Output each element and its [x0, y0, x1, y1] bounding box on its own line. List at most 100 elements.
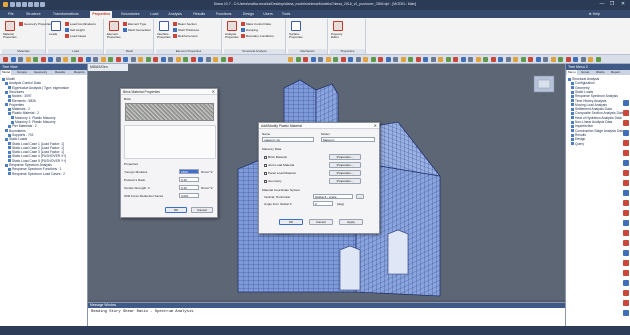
brick-cancel-button[interactable]: Cancel — [191, 207, 213, 213]
toolbar-tool-71-icon[interactable] — [528, 57, 533, 62]
ribbon-shell-thickness-button[interactable]: Shell Thickness — [173, 28, 199, 33]
toolbar-tool-45-icon[interactable] — [333, 57, 338, 62]
toolbar-tool-41-icon[interactable] — [303, 57, 308, 62]
ribbon-property-editor-label[interactable]: Property Editor — [331, 32, 349, 40]
menu-tab-design[interactable]: Design — [241, 11, 256, 18]
toolbar-tool-69-icon[interactable] — [513, 57, 518, 62]
toolbar-tool-12-icon[interactable] — [85, 57, 91, 62]
toolbar-tool-11-icon[interactable] — [78, 57, 83, 62]
menu-tab-functions[interactable]: Functions — [214, 11, 234, 18]
brick-ok-button[interactable]: OK — [165, 207, 187, 213]
toolbar-tool-63-icon[interactable] — [468, 57, 473, 62]
checkbox-icon[interactable] — [264, 171, 267, 175]
brick-field-input[interactable]: 1500 — [179, 169, 199, 174]
side-tool-10-icon[interactable] — [623, 190, 629, 196]
toolbar-tool-5-icon[interactable] — [33, 57, 38, 62]
toolbar-tool-79-icon[interactable] — [588, 57, 593, 62]
side-tool-3-icon[interactable] — [623, 120, 629, 126]
tab-group[interactable]: Group — [580, 70, 590, 75]
model-select[interactable]: Masonry — [321, 137, 375, 142]
toolbar-tool-3-icon[interactable] — [18, 57, 23, 62]
toolbar-tool-29-icon[interactable] — [213, 57, 218, 62]
side-tool-22-icon[interactable] — [623, 310, 629, 316]
name-input[interactable]: masonry 1a — [262, 137, 314, 142]
tab-reports[interactable]: Reports — [73, 70, 86, 75]
toolbar-tool-13-icon[interactable] — [93, 57, 98, 62]
ribbon-reinforcement-button[interactable]: Reinforcement — [173, 34, 198, 39]
ribbon-element-properties-icon[interactable] — [109, 21, 119, 31]
ribbon-surface-properties-label[interactable]: Surface Properties — [289, 32, 307, 40]
toolbar-tool-25-icon[interactable] — [183, 57, 188, 62]
ribbon-property-editor-icon[interactable] — [333, 21, 343, 31]
toolbar-tool-23-icon[interactable] — [168, 57, 173, 62]
menu-tab-analysis[interactable]: Analysis — [166, 11, 183, 18]
side-tool-16-icon[interactable] — [623, 250, 629, 256]
checkbox-icon[interactable] — [264, 155, 267, 159]
toolbar-tool-55-icon[interactable] — [408, 57, 413, 62]
tree-item[interactable]: Response Spectrum Load Cases : 2 — [8, 172, 65, 176]
toolbar-tool-61-icon[interactable] — [453, 57, 458, 62]
toolbar-tool-56-icon[interactable] — [415, 57, 421, 62]
toolbar-tool-30-icon[interactable] — [220, 57, 226, 62]
toolbar-tool-75-icon[interactable] — [558, 57, 563, 62]
side-tool-5-icon[interactable] — [623, 140, 629, 146]
toolbar-tool-65-icon[interactable] — [483, 57, 488, 62]
toolbar-tool-22-icon[interactable] — [160, 57, 166, 62]
tab-report[interactable]: Report — [610, 70, 621, 75]
close-icon[interactable]: ✕ — [374, 123, 377, 129]
masonry-properties-button[interactable]: Properties... — [329, 154, 361, 160]
side-tool-1-icon[interactable] — [623, 100, 629, 106]
toolbar-tool-8-icon[interactable] — [55, 57, 61, 62]
vertical-select[interactable]: Global Z - Angle — [313, 194, 353, 199]
toolbar-tool-27-icon[interactable] — [198, 57, 203, 62]
ribbon-analysis-properties-icon[interactable] — [227, 21, 237, 31]
ribbon-element-type-button[interactable]: Element Type — [123, 22, 146, 27]
toolbar-tool-70-icon[interactable] — [520, 57, 526, 62]
menu-tab-users[interactable]: Users — [261, 11, 274, 18]
tab-model[interactable]: Model — [1, 70, 12, 75]
checkbox-icon[interactable] — [264, 179, 267, 183]
side-tool-11-icon[interactable] — [623, 200, 629, 206]
toolbar-tool-26-icon[interactable] — [190, 57, 196, 62]
ribbon-beam-section-button[interactable]: Beam Section — [173, 22, 197, 27]
ribbon-interface-properties-icon[interactable] — [159, 21, 169, 31]
close-button[interactable]: ✕ — [619, 1, 627, 8]
toolbar-tool-68-icon[interactable] — [505, 57, 511, 62]
ribbon-damping-button[interactable]: Damping — [241, 28, 258, 33]
toolbar-tool-57-icon[interactable] — [423, 57, 428, 62]
toolbar-tool-43-icon[interactable] — [318, 57, 323, 62]
vertical-more-button[interactable]: … — [356, 194, 364, 199]
toolbar-tool-4-icon[interactable] — [25, 57, 31, 62]
menu-tab-boundaries[interactable]: Boundaries — [119, 11, 141, 18]
help-button[interactable]: ⊕ Help — [589, 12, 600, 16]
side-tool-19-icon[interactable] — [623, 280, 629, 286]
tab-groups[interactable]: Groups — [16, 70, 28, 75]
menu-tab-load[interactable]: Load — [148, 11, 160, 18]
toolbar-tool-73-icon[interactable] — [543, 57, 548, 62]
ribbon-load-cases-button[interactable]: Load Cases — [65, 34, 86, 39]
side-tool-17-icon[interactable] — [623, 260, 629, 266]
toolbar-tool-2-icon[interactable] — [10, 57, 16, 62]
toolbar-tool-47-icon[interactable] — [348, 57, 353, 62]
masonry-ok-button[interactable]: OK — [279, 219, 303, 225]
side-tool-20-icon[interactable] — [623, 290, 629, 296]
toolbar-tool-51-icon[interactable] — [378, 57, 383, 62]
brick-field-input[interactable]: 0.15 — [179, 177, 199, 182]
toolbar-tool-62-icon[interactable] — [460, 57, 466, 62]
toolbar-tool-15-icon[interactable] — [108, 57, 113, 62]
side-tool-14-icon[interactable] — [623, 230, 629, 236]
ribbon-mesh-generation-button[interactable]: Mesh Generation — [123, 28, 151, 33]
toolbar-tool-66-icon[interactable] — [490, 57, 496, 62]
toolbar-tool-1-icon[interactable] — [3, 57, 8, 62]
ribbon-self-weight-button[interactable]: Self weight — [65, 28, 85, 33]
toolbar-tool-44-icon[interactable] — [325, 57, 331, 62]
menu-tab-properties[interactable]: Properties — [90, 11, 113, 18]
toolbar-tool-77-icon[interactable] — [573, 57, 578, 62]
menu-tab-transformations[interactable]: Transformations — [51, 11, 81, 18]
toolbar-tool-9-icon[interactable] — [63, 57, 68, 62]
minimize-button[interactable]: — — [598, 1, 606, 8]
ribbon-material-properties-label[interactable]: Material Properties — [3, 32, 21, 40]
maximize-button[interactable]: ❐ — [608, 1, 616, 8]
menu-tab-results[interactable]: Results — [191, 11, 207, 18]
ribbon-element-properties-label[interactable]: Element Properties — [107, 32, 125, 40]
